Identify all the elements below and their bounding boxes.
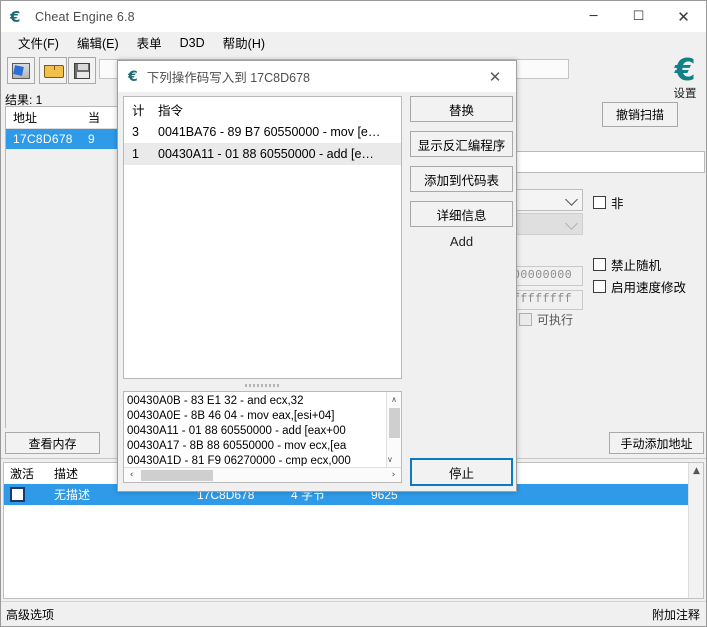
scroll-right-icon[interactable]: › bbox=[386, 470, 401, 480]
statusbar: 高级选项 附加注释 bbox=[1, 601, 706, 626]
disassembly-vscrollbar[interactable]: ∧ ∨ bbox=[386, 392, 401, 467]
minimize-icon[interactable]: ─ bbox=[571, 1, 616, 32]
cheat-engine-logo-icon: € bbox=[128, 68, 138, 85]
column-count: 计 bbox=[132, 103, 145, 118]
save-file-button[interactable] bbox=[68, 57, 96, 84]
not-checkbox[interactable]: 非 bbox=[593, 193, 624, 212]
process-select-icon bbox=[12, 62, 30, 79]
opcode-count: 3 bbox=[132, 125, 139, 139]
stop-button[interactable]: 停止 bbox=[410, 458, 513, 486]
opcode-list-header: 计 指令 bbox=[124, 97, 401, 121]
scan-result-row[interactable]: 17C8D678 9 bbox=[6, 129, 122, 149]
row-active-cell[interactable] bbox=[4, 487, 46, 502]
replace-button[interactable]: 替换 bbox=[410, 96, 513, 122]
disassembly-line: 00430A0B - 83 E1 32 - and ecx,32 bbox=[127, 395, 304, 407]
show-disassembler-button[interactable]: 显示反汇编程序 bbox=[410, 131, 513, 157]
row-active-checkbox[interactable] bbox=[10, 487, 25, 502]
add-label: Add bbox=[449, 234, 474, 249]
menu-table[interactable]: 表单 bbox=[128, 31, 171, 55]
disassembly-line: 00430A17 - 8B 88 60550000 - mov ecx,[ea bbox=[127, 440, 347, 452]
disassembly-lines: 00430A0B - 83 E1 32 - and ecx,32 00430A0… bbox=[127, 394, 385, 466]
hscroll-track[interactable] bbox=[139, 468, 386, 483]
cheat-engine-window: € Cheat Engine 6.8 ─ ☐ ✕ 文件(F) 编辑(E) 表单 … bbox=[0, 0, 707, 627]
list-item[interactable]: 1 00430A11 - 01 88 60550000 - add [e… bbox=[124, 143, 401, 165]
column-address: 地址 bbox=[13, 111, 38, 125]
opcode-count: 1 bbox=[132, 147, 139, 161]
menu-edit[interactable]: 编辑(E) bbox=[68, 31, 128, 55]
scan-type-dropdown[interactable] bbox=[509, 189, 583, 211]
hscroll-thumb[interactable] bbox=[141, 469, 213, 481]
dialog-close-icon[interactable]: ✕ bbox=[474, 61, 516, 92]
open-file-button[interactable] bbox=[39, 57, 67, 84]
disassembly-line: 00430A1D - 81 F9 06270000 - cmp ecx,000 bbox=[127, 455, 351, 466]
column-active: 激活 bbox=[10, 467, 35, 481]
scroll-down-icon[interactable]: ∨ bbox=[387, 452, 393, 467]
scan-results-header: 地址 当 bbox=[6, 107, 122, 129]
window-controls: ─ ☐ ✕ bbox=[571, 1, 706, 32]
add-to-codelist-button[interactable]: 添加到代码表 bbox=[410, 166, 513, 192]
stop-address-input[interactable]: ffffffff bbox=[509, 290, 583, 310]
window-title: Cheat Engine 6.8 bbox=[35, 9, 135, 24]
list-item[interactable]: 3 0041BA76 - 89 B7 60550000 - mov [e… bbox=[124, 121, 401, 143]
opcode-list: 计 指令 3 0041BA76 - 89 B7 60550000 - mov [… bbox=[123, 96, 402, 379]
not-checkbox-label: 非 bbox=[611, 197, 624, 211]
disassembly-preview: 00430A0B - 83 E1 32 - and ecx,32 00430A0… bbox=[123, 391, 402, 483]
cheat-engine-e-icon: € bbox=[674, 53, 696, 88]
open-file-icon bbox=[44, 64, 64, 78]
value-type-dropdown[interactable] bbox=[509, 213, 583, 235]
disassembly-line: 00430A0E - 8B 46 04 - mov eax,[esi+04] bbox=[127, 410, 335, 422]
executable-checkbox[interactable]: 可执行 bbox=[519, 311, 573, 328]
opcode-writer-dialog: € 下列操作码写入到 17C8D678 ✕ 计 指令 3 0041BA76 - … bbox=[117, 60, 517, 492]
dialog-titlebar: € 下列操作码写入到 17C8D678 ✕ bbox=[118, 61, 516, 92]
scan-results-body bbox=[6, 149, 122, 448]
checkbox-box bbox=[593, 196, 606, 209]
vscroll-thumb[interactable] bbox=[389, 408, 400, 438]
scroll-up-icon[interactable]: ∧ bbox=[387, 392, 401, 407]
chevron-down-icon bbox=[565, 217, 578, 230]
checkbox-box bbox=[519, 313, 532, 326]
manual-add-address-button[interactable]: 手动添加地址 bbox=[609, 432, 704, 454]
checkbox-box bbox=[593, 258, 606, 271]
open-process-button[interactable] bbox=[7, 57, 35, 84]
opcode-instruction: 0041BA76 - 89 B7 60550000 - mov [e… bbox=[158, 125, 381, 139]
dialog-title: 下列操作码写入到 17C8D678 bbox=[146, 71, 310, 85]
speedhack-checkbox-label: 启用速度修改 bbox=[611, 281, 687, 295]
menu-d3d[interactable]: D3D bbox=[171, 34, 214, 53]
menu-file[interactable]: 文件(F) bbox=[9, 31, 68, 55]
disassembly-hscrollbar[interactable]: ‹ › bbox=[124, 467, 401, 482]
address-table-scrollbar[interactable]: ▲ bbox=[688, 463, 703, 598]
save-file-icon bbox=[74, 62, 90, 79]
close-icon[interactable]: ✕ bbox=[661, 1, 706, 32]
app-logo-icon: € bbox=[10, 7, 21, 26]
menubar: 文件(F) 编辑(E) 表单 D3D 帮助(H) bbox=[1, 32, 706, 54]
dialog-button-column: 替换 显示反汇编程序 添加到代码表 详细信息 Add bbox=[410, 96, 513, 249]
scan-results-panel: 地址 当 17C8D678 9 bbox=[5, 106, 123, 448]
advanced-options-link[interactable]: 高级选项 bbox=[1, 606, 54, 623]
executable-checkbox-label: 可执行 bbox=[537, 313, 574, 327]
splitter-grip-icon bbox=[244, 384, 281, 387]
menu-help[interactable]: 帮助(H) bbox=[214, 31, 274, 55]
opcode-instruction: 00430A11 - 01 88 60550000 - add [e… bbox=[158, 147, 374, 161]
start-address-input[interactable]: 00000000 bbox=[509, 266, 583, 286]
more-info-button[interactable]: 详细信息 bbox=[410, 201, 513, 227]
attach-comment-link[interactable]: 附加注释 bbox=[652, 606, 706, 623]
column-instruction: 指令 bbox=[158, 103, 184, 118]
chevron-down-icon bbox=[565, 193, 578, 206]
no-random-checkbox[interactable]: 禁止随机 bbox=[593, 255, 661, 274]
no-random-checkbox-label: 禁止随机 bbox=[611, 259, 662, 273]
checkbox-box bbox=[593, 280, 606, 293]
view-memory-button[interactable]: 查看内存 bbox=[5, 432, 100, 454]
speedhack-checkbox[interactable]: 启用速度修改 bbox=[593, 277, 686, 296]
scroll-up-icon[interactable]: ▲ bbox=[689, 463, 704, 478]
dialog-splitter[interactable] bbox=[123, 381, 402, 390]
undo-scan-button[interactable]: 撤销扫描 bbox=[602, 102, 678, 127]
disassembly-line: 00430A11 - 01 88 60550000 - add [eax+00 bbox=[127, 425, 346, 437]
maximize-icon[interactable]: ☐ bbox=[616, 1, 661, 32]
scroll-left-icon[interactable]: ‹ bbox=[124, 470, 139, 480]
result-address: 17C8D678 bbox=[13, 132, 73, 146]
titlebar: € Cheat Engine 6.8 ─ ☐ ✕ bbox=[1, 1, 706, 32]
